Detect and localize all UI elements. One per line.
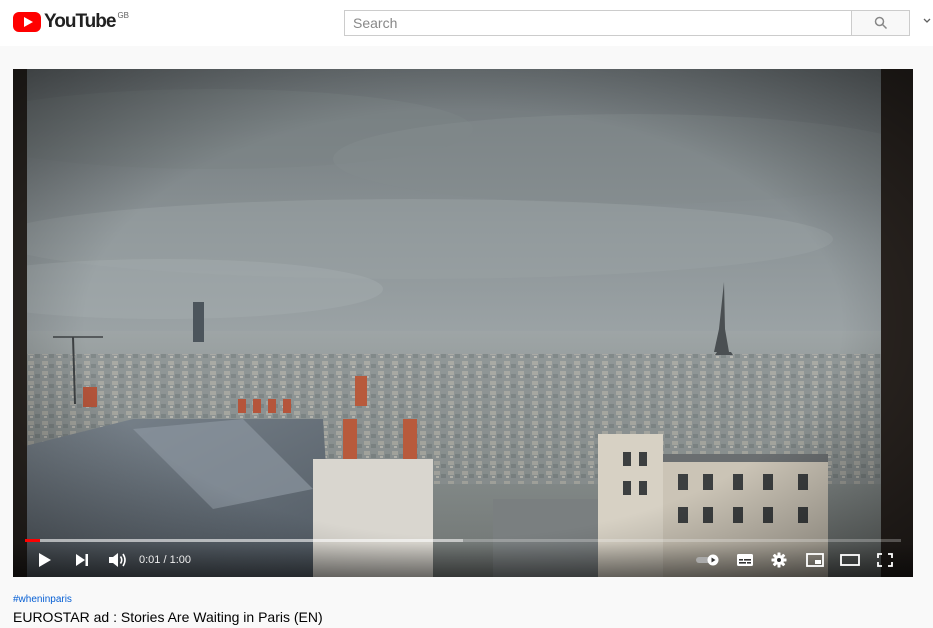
logo-text: YouTube bbox=[44, 11, 116, 32]
play-button[interactable] bbox=[31, 543, 59, 577]
search-icon bbox=[874, 16, 887, 30]
theater-mode-icon bbox=[840, 554, 860, 566]
keyboard-chevron-icon[interactable] bbox=[922, 16, 933, 28]
play-icon bbox=[39, 553, 51, 567]
progress-bar[interactable] bbox=[25, 539, 901, 542]
volume-icon bbox=[109, 553, 126, 567]
subtitles-button[interactable] bbox=[731, 543, 759, 577]
video-title: EUROSTAR ad : Stories Are Waiting in Par… bbox=[13, 609, 323, 625]
time-display: 0:01 / 1:00 bbox=[139, 554, 191, 566]
autoplay-toggle-icon bbox=[696, 554, 719, 566]
next-button[interactable] bbox=[68, 543, 96, 577]
gear-icon bbox=[771, 552, 787, 568]
volume-button[interactable] bbox=[103, 543, 133, 577]
settings-button[interactable] bbox=[765, 543, 793, 577]
miniplayer-icon bbox=[806, 553, 824, 567]
masthead: YouTube GB bbox=[0, 0, 933, 46]
theater-mode-button[interactable] bbox=[836, 543, 864, 577]
miniplayer-button[interactable] bbox=[801, 543, 829, 577]
video-player[interactable]: 0:01 / 1:00 bbox=[13, 69, 913, 577]
country-code: GB bbox=[117, 11, 130, 20]
subtitles-icon bbox=[737, 554, 753, 566]
youtube-play-logo-icon bbox=[13, 12, 41, 32]
player-controls: 0:01 / 1:00 bbox=[13, 543, 913, 577]
youtube-logo[interactable]: YouTube GB bbox=[13, 10, 129, 34]
progress-played bbox=[25, 539, 40, 542]
hashtag-link[interactable]: #wheninparis bbox=[13, 594, 72, 605]
video-frame-paris-rooftops bbox=[13, 69, 913, 577]
search-button[interactable] bbox=[852, 10, 910, 36]
progress-loaded bbox=[25, 539, 463, 542]
fullscreen-button[interactable] bbox=[871, 543, 899, 577]
skip-next-icon bbox=[76, 554, 88, 566]
fullscreen-icon bbox=[877, 553, 893, 567]
search-input[interactable] bbox=[344, 10, 852, 36]
autoplay-toggle[interactable] bbox=[693, 543, 723, 577]
